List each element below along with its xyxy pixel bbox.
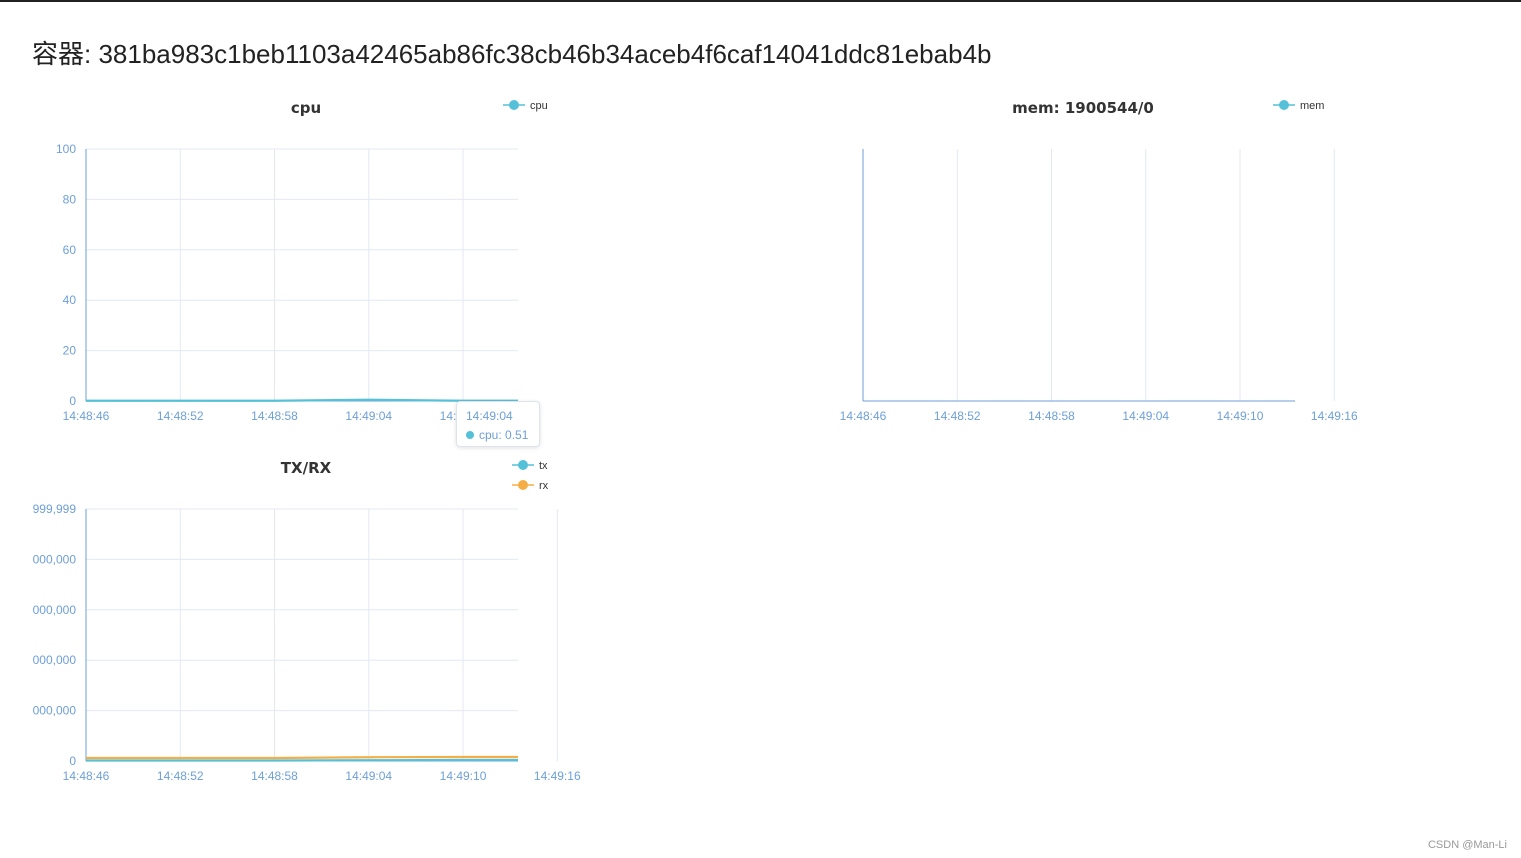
legend-label: tx: [539, 460, 548, 472]
series-line-rx: [86, 755, 518, 760]
x-tick-label: 14:49:16: [534, 769, 581, 783]
tooltip-value: cpu: 0.51: [479, 428, 529, 442]
series-line-tx: [86, 758, 518, 762]
y-tick-label: 999,999: [33, 502, 77, 516]
x-tick-label: 14:48:52: [934, 409, 981, 423]
y-tick-label: 000,000: [33, 653, 77, 667]
y-tick-label: 000,000: [33, 704, 77, 718]
legend-dot-icon: [518, 460, 528, 470]
y-tick-label: 000,000: [33, 603, 77, 617]
tooltip-row: cpu: 0.51: [466, 428, 539, 442]
y-tick-label: 0: [69, 754, 76, 768]
x-tick-label: 14:49:04: [345, 769, 392, 783]
tooltip-time: 14:49:04: [466, 409, 513, 423]
x-tick-label: 14:48:52: [157, 769, 204, 783]
legend-dot-icon: [1279, 100, 1289, 110]
x-tick-label: 14:48:46: [840, 409, 887, 423]
x-tick-label: 14:49:10: [1217, 409, 1264, 423]
legend-dot-icon: [518, 480, 528, 490]
x-tick-label: 14:48:58: [1028, 409, 1075, 423]
cpu-tooltip: 14:49:04 cpu: 0.51: [456, 401, 540, 447]
y-tick-label: 000,000: [33, 552, 77, 566]
x-tick-label: 14:49:04: [1122, 409, 1169, 423]
chart-title: TX/RX: [281, 459, 332, 477]
x-tick-label: 14:49:10: [440, 769, 487, 783]
legend-label: rx: [539, 480, 549, 492]
x-tick-label: 14:48:58: [251, 769, 298, 783]
txrx-chart: 0 000,000 000,000 000,000 000,000 999,999 14:4…: [33, 459, 581, 783]
x-tick-label: 14:48:46: [63, 769, 110, 783]
chart-title: mem: 1900544/0: [1012, 99, 1154, 117]
watermark: CSDN @Man-Li: [1427, 839, 1507, 851]
x-tick-label: 14:49:16: [1311, 409, 1358, 423]
legend-label: mem: [1300, 100, 1324, 112]
tooltip-dot-icon: [466, 431, 474, 439]
